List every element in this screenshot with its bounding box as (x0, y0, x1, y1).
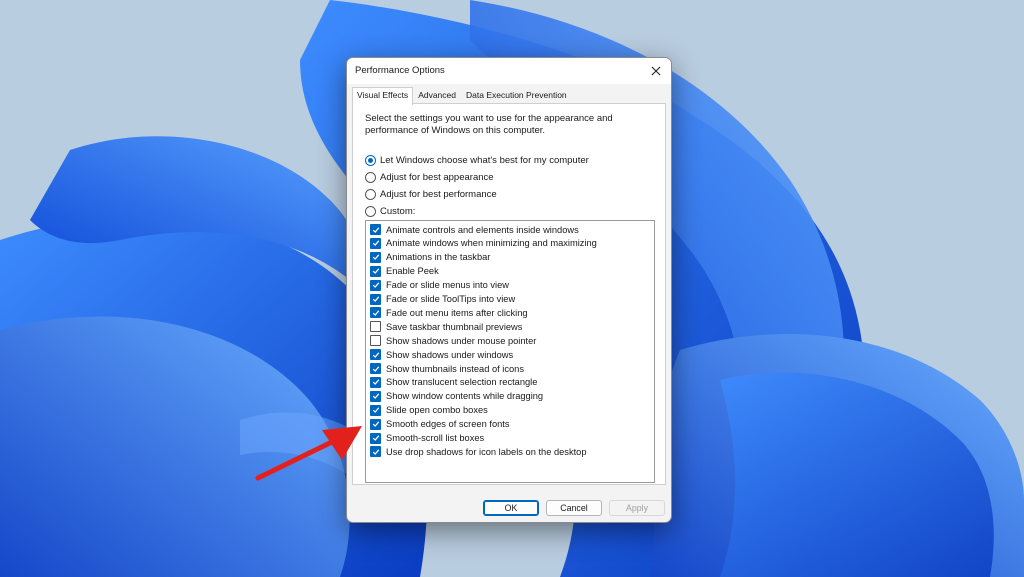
effect-label: Show thumbnails instead of icons (386, 363, 524, 374)
dialog-title: Performance Options (355, 65, 445, 76)
effect-item[interactable]: Show thumbnails instead of icons (370, 363, 524, 374)
radio-label: Let Windows choose what's best for my co… (380, 155, 589, 166)
radio-button-selected[interactable] (365, 155, 376, 166)
effect-label: Animations in the taskbar (386, 252, 491, 263)
effect-label: Fade out menu items after clicking (386, 307, 528, 318)
effect-item[interactable]: Animations in the taskbar (370, 251, 491, 263)
effect-item[interactable]: Show translucent selection rectangle (370, 376, 538, 388)
radio-label: Adjust for best performance (380, 189, 497, 200)
checkmark-icon (372, 449, 379, 455)
checkbox-checked[interactable] (370, 446, 381, 458)
effect-item[interactable]: Enable Peek (370, 265, 439, 277)
effect-label: Fade or slide ToolTips into view (386, 294, 516, 304)
effect-item[interactable]: Save taskbar thumbnail previews (370, 321, 523, 333)
checkmark-icon (372, 379, 379, 386)
tab-strip: Visual Effects Advanced Data Execution P… (352, 87, 572, 105)
radio-custom[interactable]: Custom: (365, 206, 415, 217)
effect-item[interactable]: Show shadows under windows (370, 349, 514, 361)
radio-label: Custom: (380, 206, 416, 217)
radio-label: Adjust for best appearance (380, 172, 494, 183)
effect-label: Smooth edges of screen fonts (386, 419, 510, 430)
effect-item[interactable]: Fade or slide ToolTips into view (370, 293, 516, 305)
radio-best-appearance[interactable]: Adjust for best appearance (365, 172, 494, 183)
visual-effects-panel: Select the settings you want to use for … (352, 103, 666, 485)
effect-label: Show translucent selection rectangle (386, 377, 538, 388)
checkmark-icon (372, 310, 379, 316)
cancel-button[interactable]: Cancel (546, 500, 602, 516)
close-button[interactable] (645, 60, 667, 82)
checkbox-checked[interactable] (370, 307, 381, 319)
checkmark-icon (372, 421, 379, 428)
checkbox-checked[interactable] (370, 349, 381, 361)
checkmark-icon (372, 351, 379, 358)
effect-item[interactable]: Show shadows under mouse pointer (370, 335, 537, 347)
effect-label: Show shadows under mouse pointer (386, 335, 537, 346)
apply-button[interactable]: Apply (609, 500, 665, 516)
effect-item[interactable]: Fade or slide menus into view (370, 279, 509, 291)
effect-item[interactable]: Show window contents while dragging (370, 390, 544, 402)
checkbox-checked[interactable] (370, 224, 381, 235)
ok-button[interactable]: OK (483, 500, 539, 516)
checkmark-icon (372, 435, 379, 441)
effect-item[interactable]: Smooth edges of screen fonts (370, 418, 510, 430)
checkbox-checked[interactable] (370, 363, 381, 374)
effect-label: Fade or slide menus into view (386, 280, 509, 291)
checkmark-icon (372, 393, 379, 400)
checkmark-icon (372, 240, 379, 247)
effect-item[interactable]: Animate controls and elements inside win… (370, 224, 579, 235)
effect-label: Show shadows under windows (386, 349, 514, 360)
tab-visual-effects[interactable]: Visual Effects (352, 87, 414, 105)
effect-item[interactable]: Animate windows when minimizing and maxi… (370, 237, 597, 249)
checkbox-checked[interactable] (370, 293, 381, 305)
checkmark-icon (372, 226, 379, 233)
effect-item[interactable]: Smooth-scroll list boxes (370, 432, 485, 444)
checkbox-checked[interactable] (370, 390, 381, 402)
checkbox-checked[interactable] (370, 251, 381, 263)
effect-label: Save taskbar thumbnail previews (386, 321, 523, 332)
radio-let-windows-choose[interactable]: Let Windows choose what's best for my co… (365, 155, 589, 166)
checkbox-checked[interactable] (370, 376, 381, 388)
tab-advanced[interactable]: Advanced (413, 87, 461, 104)
checkbox-checked[interactable] (370, 404, 381, 416)
checkmark-icon (372, 254, 379, 261)
effect-label: Use drop shadows for icon labels on the … (386, 446, 587, 457)
effect-label: Show window contents while dragging (386, 391, 544, 402)
effect-label: Enable Peek (386, 266, 439, 277)
effect-item[interactable]: Slide open combo boxes (370, 404, 488, 416)
tab-data-execution-prevention[interactable]: Data Execution Prevention (461, 87, 572, 104)
red-arrow-annotation (255, 426, 362, 481)
effect-label: Animate controls and elements inside win… (386, 224, 579, 235)
effect-label: Animate windows when minimizing and maxi… (386, 238, 597, 249)
visual-effects-list[interactable]: Animate controls and elements inside win… (365, 220, 655, 483)
performance-options-dialog: Performance Options Visual Effects Advan… (346, 57, 672, 523)
checkbox-checked[interactable] (370, 237, 381, 249)
checkbox-checked[interactable] (370, 265, 381, 277)
checkmark-icon (372, 365, 379, 372)
dialog-titlebar[interactable]: Performance Options (347, 58, 671, 84)
radio-button[interactable] (365, 189, 376, 200)
radio-best-performance[interactable]: Adjust for best performance (365, 189, 497, 200)
checkmark-icon (372, 296, 379, 302)
effect-item[interactable]: Use drop shadows for icon labels on the … (370, 446, 587, 458)
radio-button[interactable] (365, 172, 376, 183)
checkbox-checked[interactable] (370, 432, 381, 444)
checkmark-icon (372, 268, 379, 275)
checkbox-unchecked[interactable] (370, 335, 381, 347)
checkbox-checked[interactable] (370, 418, 381, 430)
intro-text: Select the settings you want to use for … (365, 113, 613, 136)
checkbox-checked[interactable] (370, 279, 381, 291)
effect-label: Smooth-scroll list boxes (386, 433, 485, 443)
checkbox-unchecked[interactable] (370, 321, 381, 333)
effect-item[interactable]: Fade out menu items after clicking (370, 307, 528, 319)
checkmark-icon (372, 282, 379, 289)
checkmark-icon (372, 407, 379, 414)
close-icon (651, 66, 661, 76)
radio-button[interactable] (365, 206, 376, 217)
effect-label: Slide open combo boxes (386, 405, 488, 416)
